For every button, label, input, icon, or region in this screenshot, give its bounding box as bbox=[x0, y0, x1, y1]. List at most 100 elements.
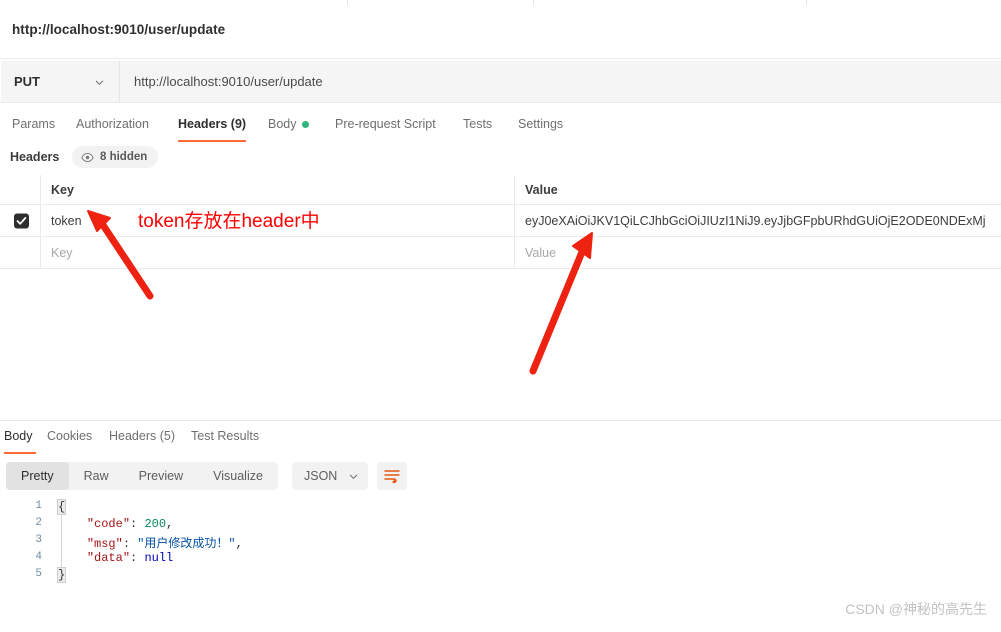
tab-pre-request-script-label: Pre-request Script bbox=[335, 117, 436, 131]
code-content: "data": null bbox=[58, 551, 173, 565]
hidden-headers-count: 8 hidden bbox=[100, 151, 148, 163]
response-tab-test-results[interactable]: Test Results bbox=[191, 424, 271, 454]
response-tab-cookies-label: Cookies bbox=[47, 429, 93, 443]
request-title: http://localhost:9010/user/update bbox=[12, 22, 226, 37]
code-lines: 1{2 "code": 200, 3 "msg": "用户修改成功！", 4 "da… bbox=[0, 499, 1001, 585]
code-token-brace: { bbox=[56, 499, 67, 515]
row-value-cell[interactable]: eyJ0eXAiOiJKV1QiLCJhbGciOiJIUzI1NiJ9.eyJ… bbox=[515, 205, 1001, 236]
headers-section-label: Headers bbox=[10, 150, 60, 164]
code-content: "code": 200, bbox=[58, 517, 173, 531]
response-tab-test-results-label: Test Results bbox=[191, 429, 260, 443]
tab-params[interactable]: Params bbox=[12, 108, 64, 142]
code-line: 5} bbox=[0, 567, 1001, 585]
tab-params-label: Params bbox=[12, 117, 56, 131]
request-url-row: PUT http://localhost:9010/user/update bbox=[0, 60, 1001, 103]
response-body-viewer[interactable]: 1{2 "code": 200, 3 "msg": "用户修改成功！", 4 "da… bbox=[0, 499, 1001, 595]
hidden-headers-toggle[interactable]: 8 hidden bbox=[72, 146, 159, 168]
request-title-bar: http://localhost:9010/user/update bbox=[0, 4, 1001, 59]
code-line: 1{ bbox=[0, 499, 1001, 517]
response-tab-headers-label: Headers (5) bbox=[109, 429, 175, 443]
response-tab-cookies[interactable]: Cookies bbox=[47, 424, 99, 454]
code-content: { bbox=[56, 499, 67, 515]
table-header-row: Key Value bbox=[0, 175, 1001, 205]
code-token-pun bbox=[58, 551, 87, 565]
active-tab-underline bbox=[178, 140, 246, 142]
code-token-key: "data" bbox=[86, 551, 131, 565]
tab-settings[interactable]: Settings bbox=[518, 108, 578, 142]
line-number: 3 bbox=[35, 534, 42, 546]
response-tab-body-label: Body bbox=[4, 429, 33, 443]
line-number: 5 bbox=[35, 568, 42, 580]
wrap-lines-icon bbox=[384, 470, 400, 483]
code-token-null: null bbox=[144, 551, 174, 565]
tab-body-label: Body bbox=[268, 117, 297, 131]
format-button-raw[interactable]: Raw bbox=[69, 462, 124, 490]
code-token-str: "用户修改成功！" bbox=[137, 537, 236, 551]
response-language-label: JSON bbox=[304, 469, 338, 483]
response-tab-headers[interactable]: Headers (5) bbox=[109, 424, 181, 454]
response-format-group: Pretty Raw Preview Visualize bbox=[6, 462, 278, 490]
url-input-value: http://localhost:9010/user/update bbox=[134, 74, 323, 89]
response-tab-body[interactable]: Body bbox=[4, 424, 36, 454]
annotation-text: token存放在header中 bbox=[138, 211, 320, 232]
http-method-label: PUT bbox=[14, 74, 40, 89]
code-token-pun: , bbox=[235, 537, 243, 551]
empty-row-checkbox-cell bbox=[0, 237, 41, 268]
code-line: 4 "data": null bbox=[0, 551, 1001, 568]
response-language-select[interactable]: JSON bbox=[292, 462, 368, 490]
format-button-preview[interactable]: Preview bbox=[124, 462, 198, 490]
column-header-value: Value bbox=[525, 182, 558, 197]
tab-authorization[interactable]: Authorization bbox=[76, 108, 166, 142]
line-number: 4 bbox=[35, 551, 42, 563]
tab-tests-label: Tests bbox=[463, 117, 493, 131]
code-token-pun bbox=[58, 537, 87, 551]
eye-icon bbox=[81, 152, 94, 162]
empty-row-value-cell[interactable]: Value bbox=[515, 237, 1001, 268]
header-col-value: Value bbox=[515, 175, 1001, 204]
code-line: 3 "msg": "用户修改成功！", bbox=[0, 534, 1001, 551]
row-checkbox-cell bbox=[0, 205, 41, 236]
empty-row-key-placeholder: Key bbox=[51, 245, 73, 260]
response-divider bbox=[0, 420, 1001, 421]
column-header-key: Key bbox=[51, 182, 74, 197]
url-input[interactable]: http://localhost:9010/user/update bbox=[120, 61, 1001, 102]
chevron-down-icon bbox=[349, 474, 358, 480]
wrap-lines-button[interactable] bbox=[377, 462, 407, 490]
code-token-key: "code" bbox=[86, 517, 131, 531]
body-modified-dot-icon bbox=[302, 121, 309, 128]
code-token-key: "msg" bbox=[86, 537, 123, 551]
row-value-token: eyJ0eXAiOiJKV1QiLCJhbGciOiJIUzI1NiJ9.eyJ… bbox=[525, 213, 986, 228]
code-line: 2 "code": 200, bbox=[0, 517, 1001, 534]
code-token-pun bbox=[58, 517, 87, 531]
tab-tests[interactable]: Tests bbox=[463, 108, 503, 142]
code-token-num: 200 bbox=[144, 517, 167, 531]
format-button-pretty[interactable]: Pretty bbox=[6, 462, 69, 490]
http-method-select[interactable]: PUT bbox=[1, 61, 120, 102]
tab-pre-request-script[interactable]: Pre-request Script bbox=[335, 108, 455, 142]
empty-row-value-placeholder: Value bbox=[525, 245, 557, 260]
line-number: 1 bbox=[35, 500, 42, 512]
format-button-visualize[interactable]: Visualize bbox=[198, 462, 278, 490]
code-token-pun: , bbox=[166, 517, 174, 531]
code-token-pun: : bbox=[130, 517, 145, 531]
tab-headers[interactable]: Headers (9) bbox=[178, 108, 246, 142]
tab-headers-label: Headers (9) bbox=[178, 117, 247, 131]
tab-settings-label: Settings bbox=[518, 117, 564, 131]
response-tabs: Body Cookies Headers (5) Test Results bbox=[0, 424, 1001, 454]
chevron-down-icon bbox=[95, 80, 104, 86]
tab-body[interactable]: Body bbox=[268, 108, 316, 142]
row-key-value: token bbox=[51, 213, 82, 228]
code-token-pun: : bbox=[122, 537, 138, 551]
line-number: 2 bbox=[35, 517, 42, 529]
empty-row-key-cell[interactable]: Key bbox=[41, 237, 515, 268]
check-icon bbox=[16, 216, 27, 225]
row-enabled-checkbox[interactable] bbox=[14, 213, 29, 228]
code-token-brace: } bbox=[56, 567, 67, 583]
headers-subbar: Headers 8 hidden bbox=[0, 144, 1001, 174]
code-content: } bbox=[56, 567, 67, 583]
request-tabs: Params Authorization Headers (9) Body Pr… bbox=[0, 108, 1001, 142]
table-empty-row[interactable]: Key Value bbox=[0, 237, 1001, 269]
tab-authorization-label: Authorization bbox=[76, 117, 149, 131]
code-content: "msg": "用户修改成功！", bbox=[58, 534, 243, 551]
code-token-pun: : bbox=[130, 551, 145, 565]
